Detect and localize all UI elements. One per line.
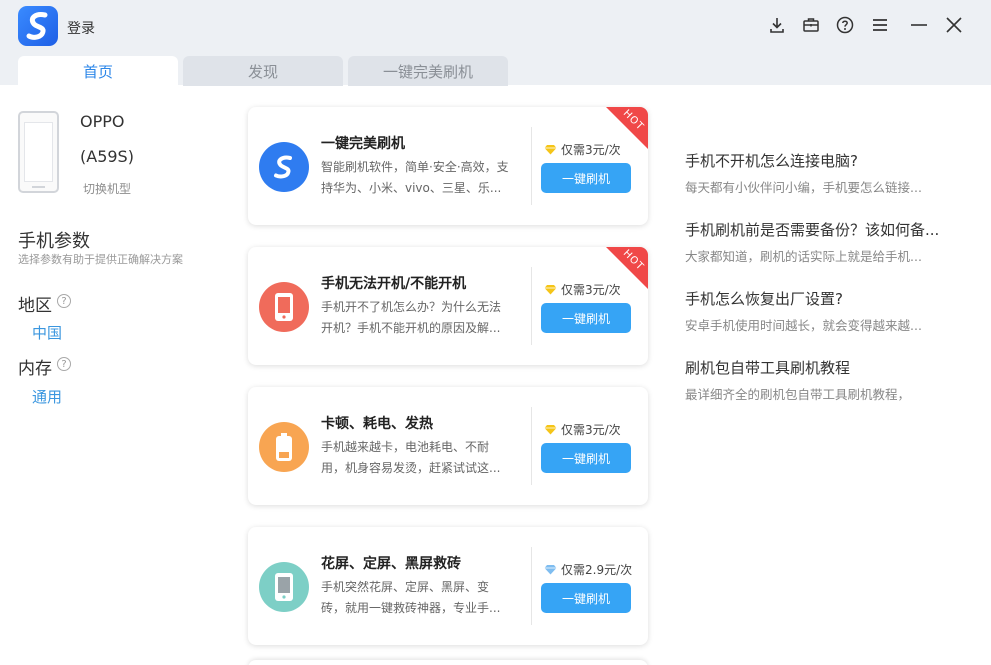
service-card[interactable]: 手机无法开机/不能开机 手机开不了机怎么办？为什么无法 开机？手机不能开机的原因及… [248, 247, 648, 365]
article-title[interactable]: 手机怎么恢复出厂设置? [685, 288, 965, 309]
device-model: (A59S) [80, 147, 134, 166]
region-label: 地区 [18, 296, 52, 316]
menu-icon[interactable] [865, 10, 895, 40]
params-title: 手机参数 [18, 231, 90, 252]
one-click-flash-button[interactable]: 一键刷机 [541, 303, 631, 333]
diamond-icon [544, 285, 557, 295]
memory-label: 内存 [18, 359, 52, 379]
download-icon[interactable] [762, 10, 792, 40]
device-brand: OPPO [80, 112, 125, 131]
card-divider [531, 407, 532, 485]
card-title: 卡顿、耗电、发热 [321, 416, 433, 432]
price-label: 仅需3元/次 [544, 421, 621, 438]
card-divider [531, 127, 532, 205]
article-item[interactable]: 刷机包自带工具刷机教程 最详细齐全的刷机包自带工具刷机教程， [685, 357, 965, 403]
region-value[interactable]: 中国 [32, 322, 62, 343]
minimize-icon[interactable] [904, 10, 934, 40]
diamond-icon [544, 145, 557, 155]
battery-icon [259, 422, 309, 472]
card-divider [531, 547, 532, 625]
service-card[interactable]: 一键完美刷机 智能刷机软件，简单·安全·高效，支 持华为、小米、vivo、三星、乐… [248, 107, 648, 225]
one-click-flash-button[interactable]: 一键刷机 [541, 163, 631, 193]
article-item[interactable]: 手机不开机怎么连接电脑? 每天都有小伙伴问小编，手机要怎么链接... [685, 150, 965, 196]
card-title: 花屏、定屏、黑屏救砖 [321, 556, 461, 572]
card-title: 一键完美刷机 [321, 136, 405, 152]
app-logo-icon [259, 142, 309, 192]
article-excerpt: 大家都知道，刷机的话实际上就是给手机... [685, 249, 922, 264]
tab-home[interactable]: 首页 [18, 56, 178, 86]
article-title[interactable]: 手机不开机怎么连接电脑? [685, 150, 965, 171]
card-divider [531, 267, 532, 345]
card-description: 手机越来越卡，电池耗电、不耐 用，机身容易发烫，赶紧试试这... [321, 440, 501, 475]
article-excerpt: 安卓手机使用时间越长，就会变得越来越... [685, 318, 922, 333]
switch-model-link[interactable]: 切换机型 [83, 180, 131, 197]
phone-screen-icon [259, 562, 309, 612]
article-title[interactable]: 刷机包自带工具刷机教程 [685, 357, 965, 378]
article-excerpt: 每天都有小伙伴问小编，手机要怎么链接... [685, 180, 922, 195]
card-description: 智能刷机软件，简单·安全·高效，支 持华为、小米、vivo、三星、乐... [321, 160, 509, 195]
login-link[interactable]: 登录 [67, 18, 95, 38]
phone-outline-icon [18, 111, 59, 193]
title-bar: 登录 首页 发现 一键完美刷机 [0, 0, 991, 86]
phone-power-icon [259, 282, 309, 332]
diamond-icon [544, 425, 557, 435]
card-title: 手机无法开机/不能开机 [321, 276, 467, 292]
article-item[interactable]: 手机刷机前是否需要备份？该如何备... 大家都知道，刷机的话实际上就是给手机..… [685, 219, 965, 265]
article-item[interactable]: 手机怎么恢复出厂设置? 安卓手机使用时间越长，就会变得越来越... [685, 288, 965, 334]
help-icon[interactable] [830, 10, 860, 40]
diamond-icon [544, 565, 557, 575]
params-subtitle: 选择参数有助于提供正确解决方案 [18, 253, 183, 266]
region-help-icon[interactable]: ? [57, 294, 71, 308]
price-label: 仅需2.9元/次 [544, 561, 632, 578]
service-card-partial [248, 660, 648, 665]
service-card[interactable]: 卡顿、耗电、发热 手机越来越卡，电池耗电、不耐 用，机身容易发烫，赶紧试试这...… [248, 387, 648, 505]
memory-value[interactable]: 通用 [32, 386, 62, 407]
service-card[interactable]: 花屏、定屏、黑屏救砖 手机突然花屏、定屏、黑屏、变 砖，就用一键救砖神器，专业手.… [248, 527, 648, 645]
one-click-flash-button[interactable]: 一键刷机 [541, 583, 631, 613]
toolbox-icon[interactable] [796, 10, 826, 40]
tab-discover[interactable]: 发现 [183, 56, 343, 86]
article-excerpt: 最详细齐全的刷机包自带工具刷机教程， [685, 387, 911, 402]
app-logo-icon [18, 6, 58, 46]
card-description: 手机突然花屏、定屏、黑屏、变 砖，就用一键救砖神器，专业手... [321, 580, 501, 615]
card-description: 手机开不了机怎么办？为什么无法 开机？手机不能开机的原因及解... [321, 300, 502, 335]
memory-help-icon[interactable]: ? [57, 357, 71, 371]
close-icon[interactable] [939, 10, 969, 40]
article-title[interactable]: 手机刷机前是否需要备份？该如何备... [685, 219, 965, 240]
tab-perfect-flash[interactable]: 一键完美刷机 [348, 56, 508, 86]
one-click-flash-button[interactable]: 一键刷机 [541, 443, 631, 473]
